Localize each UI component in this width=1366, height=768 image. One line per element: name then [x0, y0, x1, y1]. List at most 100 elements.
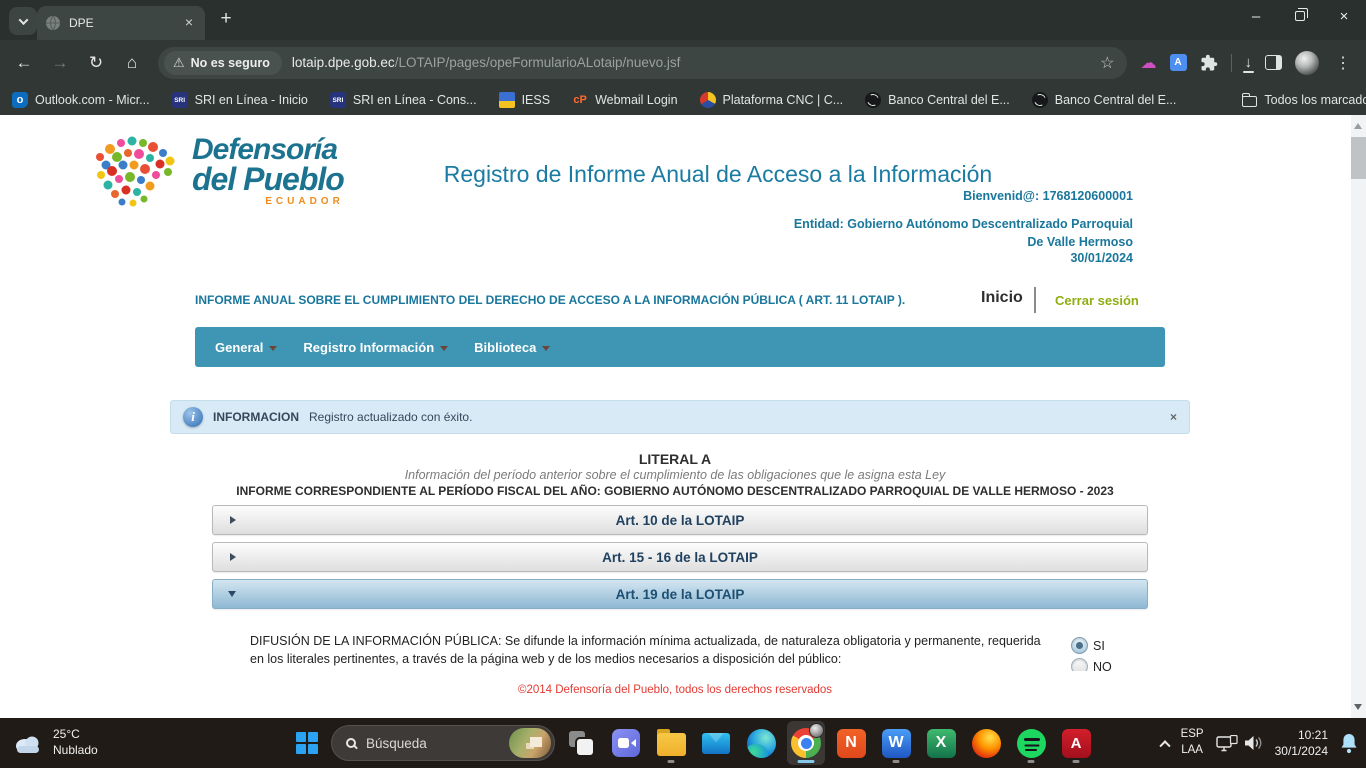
start-button[interactable] [290, 726, 324, 760]
literal-fiscal-heading: INFORME CORRESPONDIENTE AL PERÍODO FISCA… [0, 484, 1350, 498]
address-bar[interactable]: ⚠ No es seguro lotaip.dpe.gob.ec/LOTAIP/… [158, 47, 1127, 79]
globe-icon [1032, 92, 1048, 108]
menu-kebab-icon[interactable]: ⋮ [1332, 53, 1354, 73]
screen: DPE × + – × ← → ↻ ⌂ ⚠ No es seguro lotai… [0, 0, 1366, 768]
translate-icon[interactable]: A [1170, 54, 1187, 71]
scroll-down-arrow[interactable] [1354, 704, 1362, 710]
bookmark-label: Plataforma CNC | C... [723, 93, 844, 107]
tab-search-button[interactable] [9, 7, 37, 35]
menu-general[interactable]: General [205, 334, 287, 361]
weather-widget[interactable]: 25°C Nublado [12, 727, 98, 758]
acrobat-icon: A [1062, 729, 1091, 758]
file-explorer-button[interactable] [652, 721, 690, 765]
bookmark-star-icon[interactable]: ☆ [1098, 53, 1116, 73]
tray-chevron-up-icon[interactable] [1159, 740, 1170, 751]
running-indicator [668, 760, 675, 763]
all-bookmarks-button[interactable]: Todos los marcadores [1242, 93, 1366, 107]
menu-registro-informacion[interactable]: Registro Información [293, 334, 458, 361]
firefox-button[interactable] [967, 721, 1005, 765]
logo-line3: ECUADOR [192, 197, 344, 206]
edge-button[interactable] [742, 721, 780, 765]
extension-cloud-icon[interactable]: ☁ [1141, 53, 1157, 73]
caret-down-icon [269, 346, 277, 351]
radio-no[interactable] [1071, 658, 1088, 671]
browser-tab[interactable]: DPE × [37, 6, 205, 40]
accordion-art19[interactable]: Art. 19 de la LOTAIP [212, 579, 1148, 609]
spotify-button[interactable] [1012, 721, 1050, 765]
security-chip[interactable]: ⚠ No es seguro [164, 51, 282, 75]
excel-icon: X [927, 729, 956, 758]
copyright-footer: ©2014 Defensoría del Pueblo, todos los d… [0, 684, 1350, 696]
profile-avatar[interactable] [1295, 51, 1319, 75]
cpanel-icon: cP [572, 92, 588, 108]
tab-close-icon[interactable]: × [181, 15, 197, 31]
entity-line1: Entidad: Gobierno Autónomo Descentraliza… [794, 217, 1133, 231]
bookmark-iess[interactable]: IESS [499, 92, 551, 108]
tray-status-icons[interactable] [1216, 735, 1263, 752]
bookmark-outlook[interactable]: oOutlook.com - Micr... [12, 92, 150, 108]
network-icon [1216, 735, 1238, 752]
menu-biblioteca[interactable]: Biblioteca [464, 334, 560, 361]
warning-icon: ⚠ [173, 55, 185, 71]
mail-button[interactable] [697, 721, 735, 765]
arrow-down-icon [228, 591, 236, 597]
task-view-button[interactable] [562, 721, 600, 765]
sri-icon: SRI [172, 92, 188, 108]
new-tab-button[interactable]: + [213, 7, 239, 33]
extensions-puzzle-icon[interactable] [1200, 54, 1218, 72]
page-scrollbar[interactable] [1351, 115, 1366, 718]
accordion-art10[interactable]: Art. 10 de la LOTAIP [212, 505, 1148, 535]
notifications-bell-icon[interactable] [1340, 733, 1358, 754]
weather-text: 25°C Nublado [53, 727, 98, 758]
excel-button[interactable]: X [922, 721, 960, 765]
chrome-button[interactable] [787, 721, 825, 765]
bookmark-banco-central-1[interactable]: Banco Central del E... [865, 92, 1010, 108]
language-indicator[interactable]: ESP LAA [1181, 727, 1204, 758]
literal-title: LITERAL A [0, 451, 1350, 467]
alert-title: INFORMACION [213, 410, 299, 424]
bookmark-cnc[interactable]: Plataforma CNC | C... [700, 92, 844, 108]
info-icon: i [183, 407, 203, 427]
search-daily-image[interactable] [509, 728, 551, 758]
reload-button[interactable]: ↻ [80, 47, 112, 79]
taskbar-search[interactable]: Búsqueda [331, 725, 555, 761]
acrobat-button[interactable]: A [1057, 721, 1095, 765]
bookmark-sri-inicio[interactable]: SRISRI en Línea - Inicio [172, 92, 308, 108]
close-button[interactable]: × [1322, 0, 1366, 32]
page-viewport: Defensoría del Pueblo ECUADOR Registro d… [0, 115, 1366, 718]
bookmark-label: Banco Central del E... [888, 93, 1010, 107]
word-button[interactable]: W [877, 721, 915, 765]
scrollbar-thumb[interactable] [1351, 137, 1366, 179]
sri-icon: SRI [330, 92, 346, 108]
caret-down-icon [542, 346, 550, 351]
inicio-link[interactable]: Inicio [981, 289, 1023, 307]
teams-chat-button[interactable] [607, 721, 645, 765]
alert-message: Registro actualizado con éxito. [309, 410, 472, 424]
maximize-button[interactable] [1278, 0, 1322, 32]
bookmark-banco-central-2[interactable]: Banco Central del E... [1032, 92, 1177, 108]
scroll-up-arrow[interactable] [1354, 123, 1362, 129]
chat-icon [612, 729, 640, 757]
side-panel-icon[interactable] [1265, 55, 1282, 70]
home-button[interactable]: ⌂ [116, 47, 148, 79]
accordion-label: Art. 19 de la LOTAIP [616, 587, 745, 602]
alert-close-icon[interactable]: × [1170, 410, 1177, 424]
radio-si[interactable] [1071, 637, 1088, 654]
downloads-icon[interactable]: ↓ [1245, 55, 1253, 70]
clock-date: 30/1/2024 [1275, 743, 1328, 759]
task-view-icon [569, 731, 593, 755]
toolbar-actions: ☁ A ↓ ⋮ [1137, 51, 1359, 75]
bookmark-sri-consultas[interactable]: SRISRI en Línea - Cons... [330, 92, 477, 108]
forward-button[interactable]: → [44, 47, 76, 79]
bookmark-webmail[interactable]: cPWebmail Login [572, 92, 677, 108]
accordion-art15-16[interactable]: Art. 15 - 16 de la LOTAIP [212, 542, 1148, 572]
cloud-icon [12, 732, 44, 754]
taskbar-clock[interactable]: 10:21 30/1/2024 [1275, 727, 1328, 759]
back-button[interactable]: ← [8, 47, 40, 79]
url-path: /LOTAIP/pages/opeFormularioALotaip/nuevo… [395, 55, 681, 70]
minimize-button[interactable]: – [1234, 0, 1278, 32]
edge-icon [747, 729, 776, 758]
logout-link[interactable]: Cerrar sesión [1055, 293, 1139, 308]
report-heading: INFORME ANUAL SOBRE EL CUMPLIMIENTO DEL … [195, 293, 975, 307]
nitro-pdf-button[interactable]: N [832, 721, 870, 765]
